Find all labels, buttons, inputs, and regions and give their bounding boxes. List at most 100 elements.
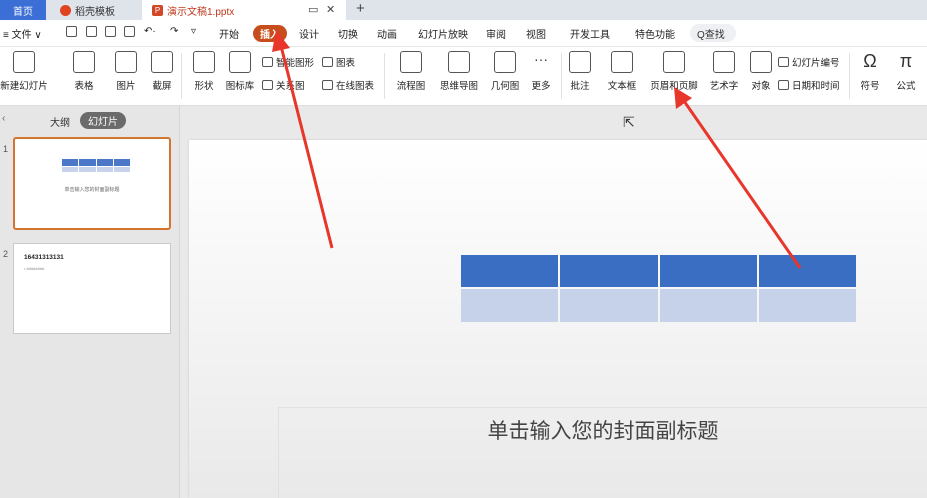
geometry-label: 几何图 — [490, 81, 520, 92]
flowchart-icon — [400, 51, 422, 73]
menu-transition[interactable]: 切换 — [338, 26, 358, 41]
table-cell[interactable] — [758, 289, 856, 322]
close-tab-icon[interactable]: ✕ — [326, 3, 335, 16]
subtitle-placeholder[interactable]: 单击输入您的封面副标题 — [278, 407, 927, 498]
symbol-label: 符号 — [860, 81, 880, 92]
mouse-cursor-icon: ⇱ — [623, 114, 635, 130]
icon-library-button[interactable]: 图标库 — [220, 51, 260, 92]
more-label: 更多 — [531, 81, 551, 92]
ribbon-divider — [181, 53, 182, 99]
collapse-panel-icon[interactable]: ‹ — [2, 113, 5, 124]
table-cell[interactable] — [461, 289, 559, 322]
menu-design[interactable]: 设计 — [299, 26, 319, 41]
textbox-button[interactable]: 文本框 — [601, 51, 643, 92]
menu-features[interactable]: 特色功能 — [635, 26, 675, 41]
icon-library-icon — [229, 51, 251, 73]
print-icon[interactable] — [105, 26, 116, 37]
thumbnail-bullet: • ######## — [24, 266, 45, 271]
header-footer-label: 页眉和页脚 — [650, 81, 698, 92]
slide-thumbnail-panel: ‹ 大纲 幻灯片 1 单击输入您的封面副标题 2 16431313131 • #… — [0, 106, 180, 498]
thumbnail-title: 16431313131 — [24, 254, 64, 261]
header-footer-button[interactable]: 页眉和页脚 — [648, 51, 700, 92]
table-cell[interactable] — [758, 255, 856, 287]
tab-templates[interactable]: 稻壳模板 — [50, 0, 142, 20]
smart-art-button[interactable]: 智能图形 — [262, 55, 314, 69]
file-menu[interactable]: ≡ 文件 ∨ — [3, 26, 42, 41]
table-cell[interactable] — [659, 289, 757, 322]
menu-view[interactable]: 视图 — [526, 26, 546, 41]
wordart-icon — [713, 51, 735, 73]
shape-button[interactable]: 形状 — [184, 51, 224, 92]
object-button[interactable]: 对象 — [747, 51, 775, 92]
comment-label: 批注 — [570, 81, 590, 92]
symbol-button[interactable]: Ω 符号 — [852, 51, 888, 92]
slide-number: 2 — [3, 249, 9, 259]
slide-number: 1 — [3, 144, 9, 154]
screenshot-button[interactable]: 截屏 — [142, 51, 182, 92]
shape-icon — [193, 51, 215, 73]
comment-button[interactable]: 批注 — [565, 51, 595, 92]
header-footer-icon — [663, 51, 685, 73]
flowchart-button[interactable]: 流程图 — [388, 51, 434, 92]
flowchart-label: 流程图 — [396, 81, 426, 92]
title-tab-bar: 首页 稻壳模板 P 演示文稿1.pptx ▭ ✕ + — [0, 0, 927, 20]
menu-developer[interactable]: 开发工具 — [570, 26, 610, 41]
geometry-button[interactable]: 几何图 — [487, 51, 523, 92]
screenshot-label: 截屏 — [152, 81, 172, 92]
slide-thumbnail-2[interactable]: 16431313131 • ######## — [13, 243, 171, 334]
smart-art-label: 智能图形 — [276, 58, 315, 69]
formula-label: 公式 — [896, 81, 916, 92]
picture-button[interactable]: 图片 — [106, 51, 146, 92]
table-cell[interactable] — [461, 255, 559, 287]
wordart-button[interactable]: 艺术字 — [704, 51, 744, 92]
tab-slides[interactable]: 幻灯片 — [80, 112, 126, 129]
geometry-icon — [494, 51, 516, 73]
search-input[interactable]: Q查找 — [690, 24, 736, 42]
new-tab-button[interactable]: + — [356, 0, 365, 17]
thumbnail-table-header — [62, 159, 130, 166]
wordart-label: 艺术字 — [709, 81, 739, 92]
undo-icon[interactable]: ↶· — [144, 26, 156, 37]
slide-table[interactable] — [461, 255, 856, 322]
slide-editor[interactable]: 单击输入您的封面副标题 — [189, 140, 927, 498]
menu-slideshow[interactable]: 幻灯片放映 — [418, 26, 468, 41]
slide-thumbnail-1[interactable]: 单击输入您的封面副标题 — [13, 137, 171, 230]
quick-access-dropdown-icon[interactable]: ▿ — [191, 26, 196, 37]
insert-ribbon: 新建幻灯片 表格 图片 截屏 形状 图标库 智能图形 关系图 图表 在线图表 流… — [0, 47, 927, 106]
table-button[interactable]: 表格 — [64, 51, 104, 92]
omega-icon: Ω — [863, 51, 877, 71]
chart-button[interactable]: 图表 — [322, 55, 355, 69]
redo-icon[interactable]: ↷ — [170, 26, 178, 37]
relation-label: 关系图 — [276, 81, 305, 92]
print-preview-icon[interactable] — [124, 26, 135, 37]
slide-number-button[interactable]: 幻灯片编号 — [778, 55, 840, 69]
tab-home-label: 首页 — [13, 6, 33, 18]
object-icon — [750, 51, 772, 73]
menu-review[interactable]: 审阅 — [486, 26, 506, 41]
format-painter-icon[interactable] — [86, 26, 97, 37]
save-icon[interactable] — [66, 26, 77, 37]
thumbnail-subtitle: 单击输入您的封面副标题 — [64, 187, 120, 193]
relation-icon — [262, 80, 273, 90]
table-cell[interactable] — [560, 255, 658, 287]
tab-document-label: 演示文稿1.pptx — [167, 6, 235, 18]
thumbnail-table-body — [62, 167, 130, 172]
table-cell[interactable] — [560, 289, 658, 322]
more-button[interactable]: ··· 更多 — [524, 51, 558, 92]
formula-button[interactable]: π 公式 — [888, 51, 924, 92]
pi-icon: π — [899, 51, 913, 71]
relation-button[interactable]: 关系图 — [262, 78, 305, 92]
shape-label: 形状 — [194, 81, 214, 92]
online-chart-button[interactable]: 在线图表 — [322, 78, 374, 92]
screenshot-icon — [151, 51, 173, 73]
table-cell[interactable] — [659, 255, 757, 287]
menu-animation[interactable]: 动画 — [377, 26, 397, 41]
tab-outline[interactable]: 大纲 — [50, 114, 70, 129]
menu-start[interactable]: 开始 — [219, 26, 239, 41]
date-time-button[interactable]: 日期和时间 — [778, 78, 840, 92]
tab-home[interactable]: 首页 — [0, 0, 46, 20]
mindmap-button[interactable]: 思维导图 — [434, 51, 484, 92]
monitor-icon[interactable]: ▭ — [308, 3, 318, 16]
new-slide-button[interactable]: 新建幻灯片 — [0, 51, 50, 92]
menu-insert[interactable]: 插入 — [253, 25, 287, 42]
